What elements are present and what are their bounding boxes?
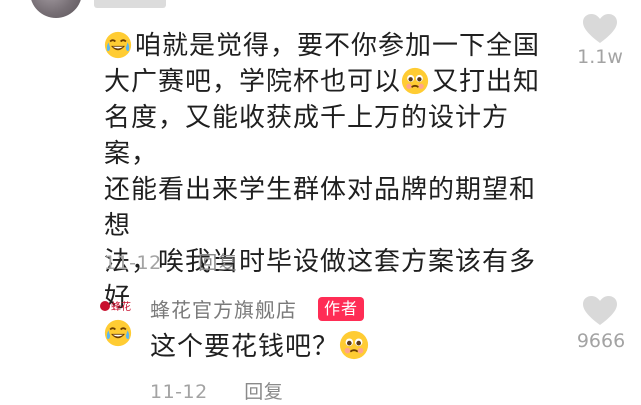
reply-reply-button[interactable]: 回复: [244, 381, 283, 403]
comment-line-1: 咱就是觉得，要不你参加一下全国: [135, 31, 541, 61]
reply-body: 这个要花钱吧？: [150, 330, 372, 364]
reply-date: 11-12: [150, 381, 208, 403]
comment-line-2a: 大广赛吧，学院杯也可以: [104, 67, 402, 97]
comment-meta: 11-12 回复: [104, 248, 237, 275]
reply-text: 这个要花钱吧？: [150, 332, 340, 362]
comment-line-4: 还能看出来学生群体对品牌的期望和想: [104, 175, 537, 241]
comment-like-button[interactable]: [583, 14, 617, 44]
comment-date: 11-12: [104, 252, 162, 274]
laughing-crying-emoji-icon: [104, 31, 132, 59]
comment-reply-button[interactable]: 回复: [198, 252, 237, 274]
comment-line-2b: 又打出知: [432, 67, 541, 97]
author-badge: 作者: [318, 297, 365, 321]
shop-name[interactable]: 蜂花官方旗舰店: [150, 294, 297, 323]
heart-icon: [583, 14, 617, 43]
bee-logo-icon: [100, 301, 110, 311]
commenter-name-placeholder[interactable]: [94, 0, 166, 8]
pleading-face-emoji-icon: [401, 67, 429, 95]
reply-like-count: 9666: [576, 330, 626, 352]
shop-avatar[interactable]: 蜂花: [100, 300, 132, 316]
shop-logo-text: 蜂花: [111, 302, 131, 313]
comment-like-count: 1.1w: [577, 46, 623, 68]
reply-meta: 11-12 回复: [150, 377, 283, 404]
comment-line-3: 名度，又能收获成千上万的设计方案，: [104, 103, 510, 169]
laughing-crying-emoji-icon: [104, 319, 132, 347]
pleading-face-emoji-icon: [339, 330, 369, 360]
commenter-avatar[interactable]: [30, 0, 82, 18]
reply-like-button[interactable]: [583, 296, 617, 326]
heart-icon: [583, 296, 617, 325]
